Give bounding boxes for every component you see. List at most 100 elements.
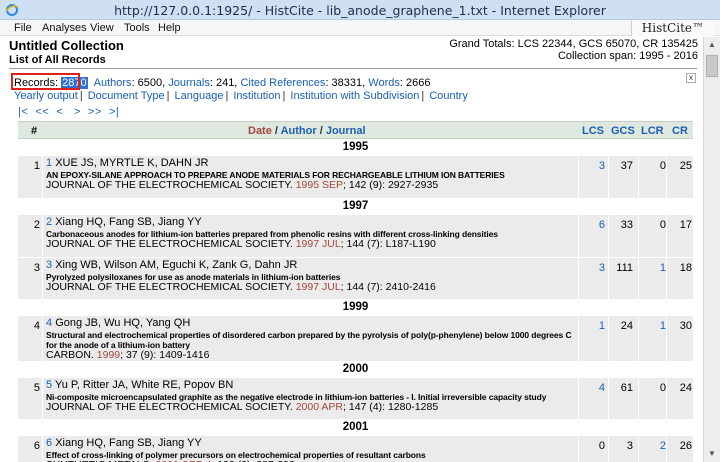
view-institution[interactable]: Institution bbox=[233, 90, 280, 102]
record-link[interactable]: 3 bbox=[46, 259, 52, 271]
view-yearly-output[interactable]: Yearly output bbox=[14, 90, 78, 102]
menu-tools[interactable]: Tools bbox=[124, 22, 150, 34]
record-link[interactable]: 4 bbox=[46, 317, 52, 329]
record-lcr[interactable]: 0 bbox=[642, 219, 666, 231]
record-journal: SYNTHETIC METALS. bbox=[46, 459, 153, 462]
column-divider bbox=[578, 316, 579, 361]
column-divider bbox=[42, 436, 43, 462]
record-link[interactable]: 2 bbox=[46, 216, 52, 228]
view-institution-subdivision[interactable]: Institution with Subdivision bbox=[290, 90, 419, 102]
column-divider bbox=[578, 258, 579, 299]
record-lcr[interactable]: 0 bbox=[642, 382, 666, 394]
record-link[interactable]: 5 bbox=[46, 379, 52, 391]
record-link[interactable]: 6 bbox=[46, 437, 52, 449]
column-divider bbox=[608, 436, 609, 462]
column-divider bbox=[42, 156, 43, 198]
column-divider bbox=[42, 316, 43, 361]
record-author-line: 5 Yu P, Ritter JA, White RE, Popov BN bbox=[46, 379, 576, 392]
scroll-thumb[interactable] bbox=[706, 55, 718, 77]
sort-by-gcs[interactable]: GCS bbox=[611, 125, 635, 137]
record-author-line: 1 XUE JS, MYRTLE K, DAHN JR bbox=[46, 157, 576, 170]
record-gcs: 37 bbox=[620, 160, 633, 172]
column-divider bbox=[638, 316, 639, 361]
authors-link[interactable]: Authors bbox=[94, 77, 132, 89]
sort-by-lcr[interactable]: LCR bbox=[641, 125, 664, 137]
record-date: 1997 JUL bbox=[295, 280, 341, 293]
record-source: CARBON. 1999; 37 (9): 1409-1416 bbox=[46, 348, 576, 362]
record-number: 2 bbox=[33, 219, 40, 231]
sort-by-lcs[interactable]: LCS bbox=[582, 125, 604, 137]
record-lcr[interactable]: 2 bbox=[642, 440, 666, 452]
record-authors: Xiang HQ, Fang SB, Jiang YY bbox=[55, 216, 202, 228]
year-heading: 1995 bbox=[18, 139, 693, 155]
scroll-down-icon[interactable]: ▼ bbox=[704, 446, 720, 462]
separator: | bbox=[79, 90, 83, 102]
record-author-line: 3 Xing WB, Wilson AM, Eguchi K, Zank G, … bbox=[46, 259, 576, 272]
record-lcr[interactable]: 1 bbox=[642, 320, 666, 332]
column-divider bbox=[42, 215, 43, 257]
header-divider bbox=[9, 68, 697, 69]
record-link[interactable]: 1 bbox=[46, 157, 52, 169]
menu-help[interactable]: Help bbox=[158, 22, 181, 34]
sort-by-journal[interactable]: Journal bbox=[326, 125, 366, 137]
record-body: 4 Gong JB, Wu HQ, Yang QH Structural and … bbox=[46, 317, 576, 362]
record-citation: ; 37 (9): 1409-1416 bbox=[120, 348, 210, 361]
scroll-up-icon[interactable]: ▲ bbox=[704, 37, 720, 53]
column-divider bbox=[666, 156, 667, 198]
header-num: # bbox=[31, 125, 38, 137]
column-divider bbox=[608, 316, 609, 361]
cited-references-link[interactable]: Cited References bbox=[240, 77, 325, 89]
record-title: Structural and electrochemical propertie… bbox=[46, 329, 572, 350]
journals-link[interactable]: Journals bbox=[168, 77, 210, 89]
record-date: 2000 APR bbox=[295, 400, 344, 413]
record-date: 1995 SEP bbox=[295, 178, 344, 191]
column-divider bbox=[578, 436, 579, 462]
record-gcs: 24 bbox=[620, 320, 633, 332]
collection-span: Collection span: 1995 - 2016 bbox=[557, 50, 698, 62]
separator: | bbox=[166, 90, 170, 102]
menu-file[interactable]: File bbox=[14, 22, 32, 34]
column-divider bbox=[578, 378, 579, 419]
record-lcs[interactable]: 3 bbox=[581, 262, 605, 274]
view-language[interactable]: Language bbox=[175, 90, 224, 102]
record-date: 1999 bbox=[96, 348, 121, 361]
column-divider bbox=[42, 378, 43, 419]
view-country[interactable]: Country bbox=[429, 90, 468, 102]
table-header: # Date / Author / Journal LCS GCS LCR CR bbox=[18, 121, 693, 139]
close-icon[interactable]: x bbox=[686, 73, 696, 83]
record-lcs[interactable]: 0 bbox=[581, 440, 605, 452]
sort-by-date[interactable]: Date bbox=[248, 125, 272, 137]
column-divider bbox=[638, 156, 639, 198]
words-link[interactable]: Words bbox=[368, 77, 400, 89]
record-lcr[interactable]: 1 bbox=[642, 262, 666, 274]
record-lcs[interactable]: 6 bbox=[581, 219, 605, 231]
authors-count: : 6500, bbox=[131, 77, 166, 89]
journals-count: : 241, bbox=[209, 77, 238, 89]
collection-title: Untitled Collection bbox=[9, 38, 124, 53]
record-journal: JOURNAL OF THE ELECTROCHEMICAL SOCIETY. bbox=[46, 237, 293, 250]
sort-by-cr[interactable]: CR bbox=[672, 125, 688, 137]
record-lcr[interactable]: 0 bbox=[642, 160, 666, 172]
record-cr: 26 bbox=[679, 440, 692, 452]
record-author-line: 4 Gong JB, Wu HQ, Yang QH bbox=[46, 317, 576, 330]
record-lcs[interactable]: 3 bbox=[581, 160, 605, 172]
pager[interactable]: |< << < > >> >| bbox=[18, 106, 119, 118]
record-citation: ; 144 (7): 2410-2416 bbox=[340, 280, 436, 293]
sort-by-author[interactable]: Author bbox=[281, 125, 317, 137]
record-lcs[interactable]: 4 bbox=[581, 382, 605, 394]
menu-view[interactable]: View bbox=[90, 22, 114, 34]
view-document-type[interactable]: Document Type bbox=[88, 90, 165, 102]
column-divider bbox=[42, 258, 43, 299]
record-gcs: 3 bbox=[626, 440, 633, 452]
record-lcs[interactable]: 1 bbox=[581, 320, 605, 332]
table-row: 55 Yu P, Ritter JA, White RE, Popov BN Ni… bbox=[18, 377, 693, 419]
column-divider bbox=[578, 156, 579, 198]
grand-totals-line: Grand Totals: LCS 22344, GCS 65070, CR 1… bbox=[449, 38, 698, 50]
record-cr: 18 bbox=[679, 262, 692, 274]
record-source: JOURNAL OF THE ELECTROCHEMICAL SOCIETY. … bbox=[46, 178, 576, 192]
record-cr: 25 bbox=[679, 160, 692, 172]
vertical-scrollbar[interactable]: ▲ ▼ bbox=[703, 37, 720, 462]
menu-bar: File Analyses View Tools Help HistCite™ bbox=[0, 20, 720, 36]
menu-analyses[interactable]: Analyses bbox=[42, 22, 87, 34]
column-divider bbox=[638, 258, 639, 299]
